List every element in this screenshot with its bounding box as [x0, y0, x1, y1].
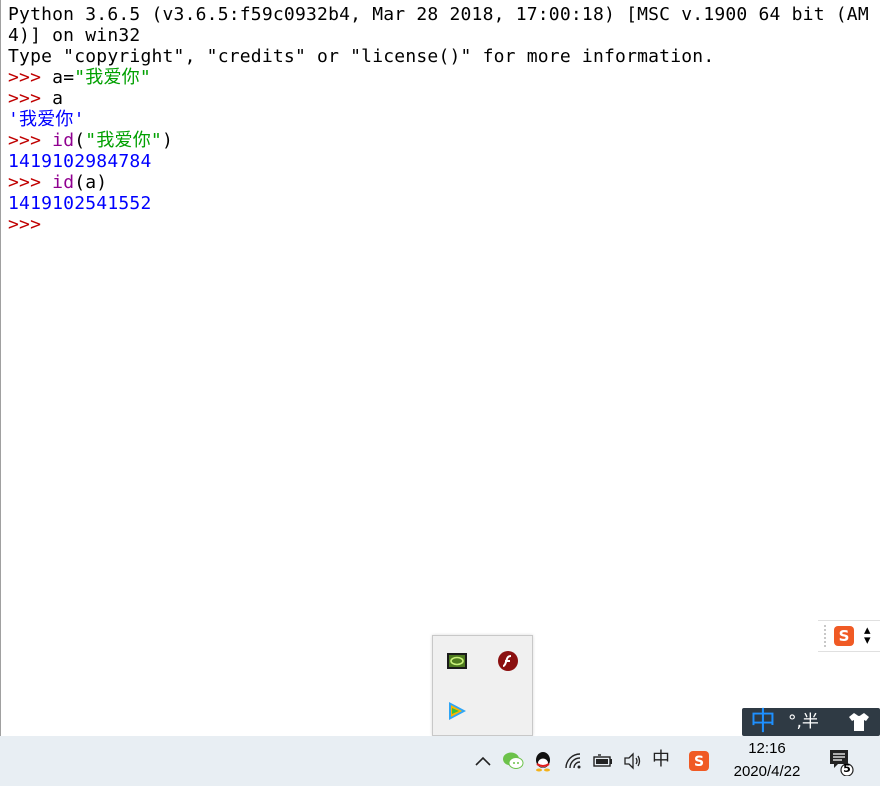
string-literal: "我爱你"	[74, 67, 151, 88]
flash-player-icon[interactable]	[497, 650, 519, 672]
clock-date[interactable]: 2020/4/22	[722, 763, 812, 780]
input-line[interactable]: >>>	[8, 214, 52, 235]
ime-floating-status[interactable]: S ▴ ▾	[818, 620, 880, 652]
banner-line: Type "copyright", "credits" or "license(…	[8, 46, 715, 67]
input-line: >>> id("我爱你")	[8, 130, 173, 151]
python-shell-window[interactable]: Python 3.6.5 (v3.6.5:f59c0932b4, Mar 28 …	[0, 0, 880, 736]
svg-text:S: S	[694, 754, 704, 770]
code-text: )	[161, 130, 174, 151]
output-line: 1419102984784	[8, 151, 152, 172]
ime-mode-toggle[interactable]: 中	[750, 707, 776, 737]
qq-icon[interactable]	[532, 750, 554, 772]
code-text: (a)	[74, 172, 108, 193]
ime-status-bar[interactable]: 中 °,半	[742, 707, 880, 737]
builtin-name: id	[52, 172, 75, 193]
chevron-down-icon[interactable]: ▴ ▾	[864, 624, 871, 647]
chevron-up-icon[interactable]	[472, 750, 494, 772]
prompt: >>>	[8, 172, 53, 193]
input-line: >>> a	[8, 88, 63, 109]
action-center-button[interactable]: 5	[828, 748, 854, 777]
prompt: >>>	[8, 130, 53, 151]
output-line: 1419102541552	[8, 193, 152, 214]
wechat-icon[interactable]	[502, 750, 524, 772]
input-line: >>> id(a)	[8, 172, 107, 193]
drag-handle[interactable]	[824, 625, 828, 647]
input-language-indicator[interactable]: 中	[652, 749, 674, 771]
input-line: >>> a="我爱你"	[8, 67, 151, 88]
tencent-video-icon[interactable]	[446, 700, 468, 722]
sogou-logo-icon[interactable]: S	[834, 626, 854, 646]
banner-line: 4)] on win32	[8, 25, 141, 46]
nvidia-icon[interactable]	[446, 650, 468, 672]
banner-line: Python 3.6.5 (v3.6.5:f59c0932b4, Mar 28 …	[8, 4, 869, 25]
battery-icon[interactable]	[592, 750, 614, 772]
notification-count-badge: 5	[843, 762, 851, 775]
clock-time[interactable]: 12:16	[740, 740, 794, 757]
code-text: a=	[52, 67, 75, 88]
string-literal: "我爱你"	[85, 130, 162, 151]
output-line: '我爱你'	[8, 109, 85, 130]
builtin-name: id	[52, 130, 75, 151]
prompt: >>>	[8, 88, 53, 109]
sogou-tray-icon[interactable]: S	[688, 750, 710, 772]
ime-punct-width-status[interactable]: °,半	[788, 710, 819, 734]
code-text: (	[74, 130, 86, 151]
tray-overflow-popup	[432, 635, 533, 736]
skin-shirt-icon[interactable]	[848, 712, 870, 732]
prompt: >>>	[8, 214, 53, 235]
code-text: a	[52, 88, 64, 109]
prompt: >>>	[8, 67, 53, 88]
wifi-icon[interactable]	[562, 750, 584, 772]
volume-icon[interactable]	[622, 750, 644, 772]
